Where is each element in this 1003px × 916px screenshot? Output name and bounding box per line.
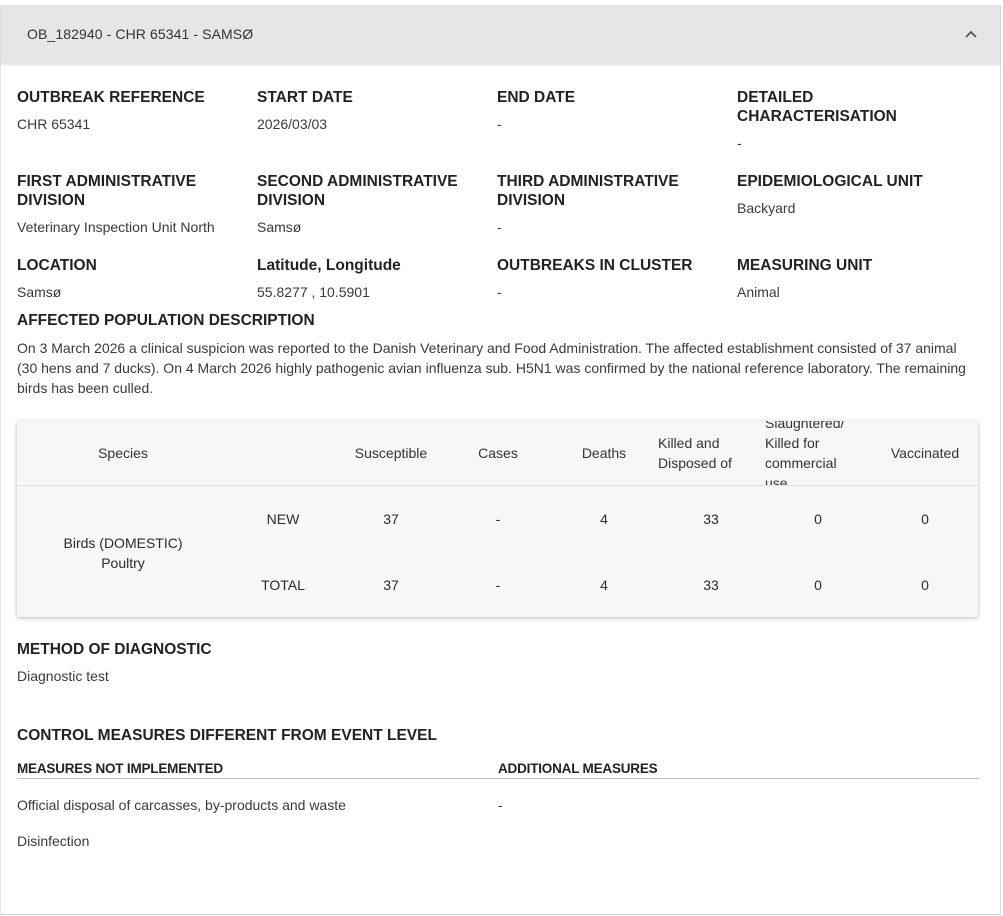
measure-row: Official disposal of carcasses, by-produ…	[17, 796, 979, 814]
control-measures-section: CONTROL MEASURES DIFFERENT FROM EVENT LE…	[17, 726, 979, 850]
field-detailed-characterisation: DETAILED CHARACTERISATION -	[737, 88, 977, 172]
field-value: 2026/03/03	[257, 116, 328, 132]
field-label: EPIDEMIOLOGICAL UNIT	[737, 173, 923, 190]
header-species: Species	[98, 445, 148, 461]
cell-deaths: 4	[600, 577, 608, 593]
cell-slaughtered: 0	[814, 511, 822, 527]
field-value: 55.8277 , 10.5901	[257, 284, 370, 300]
field-label: START DATE	[257, 89, 353, 106]
cell-killed: 33	[703, 577, 719, 593]
field-value: Samsø	[17, 284, 62, 300]
species-cell: Birds (DOMESTIC) Poultry	[63, 535, 183, 571]
header-susceptible: Susceptible	[354, 445, 428, 461]
cell-vaccinated: 0	[921, 577, 929, 593]
diagnostic-label: METHOD OF DIAGNOSTIC	[17, 641, 212, 658]
field-value: -	[497, 284, 502, 300]
field-location: LOCATION Samsø	[17, 256, 257, 311]
row-label: TOTAL	[261, 577, 305, 593]
field-label: END DATE	[497, 89, 576, 106]
field-value: Veterinary Inspection Unit North	[17, 219, 215, 235]
cell-susceptible: 37	[383, 577, 399, 593]
field-start-date: START DATE 2026/03/03	[257, 88, 497, 172]
measure-item: Disinfection	[17, 833, 90, 849]
field-value: CHR 65341	[17, 116, 91, 132]
header-cases: Cases	[478, 445, 518, 461]
header-deaths: Deaths	[581, 445, 627, 461]
field-third-admin: THIRD ADMINISTRATIVE DIVISION -	[497, 172, 737, 256]
field-epi-unit: EPIDEMIOLOGICAL UNIT Backyard	[737, 172, 977, 256]
affected-population-section: AFFECTED POPULATION DESCRIPTION On 3 Mar…	[17, 311, 1000, 398]
control-measures-label: CONTROL MEASURES DIFFERENT FROM EVENT LE…	[17, 727, 437, 744]
field-outbreak-reference: OUTBREAK REFERENCE CHR 65341	[17, 88, 257, 172]
field-label: MEASURING UNIT	[737, 257, 873, 274]
field-label: THIRD ADMINISTRATIVE DIVISION	[497, 173, 679, 209]
field-value: -	[497, 116, 502, 132]
table-header: Species Susceptible Cases Deaths Killed …	[17, 421, 978, 486]
cell-cases: -	[495, 511, 501, 527]
outbreak-panel: OB_182940 - CHR 65341 - SAMSØ OUTBREAK R…	[0, 5, 1001, 915]
affected-population-text: On 3 March 2026 a clinical suspicion was…	[17, 340, 966, 396]
cell-slaughtered: 0	[814, 577, 822, 593]
field-label: OUTBREAKS IN CLUSTER	[497, 257, 693, 274]
cell-susceptible: 37	[383, 511, 399, 527]
field-label: Latitude, Longitude	[257, 257, 401, 274]
cell-vaccinated: 0	[921, 511, 929, 527]
measure-row: Disinfection	[17, 832, 979, 850]
header-killed-disposed: Killed and Disposed of	[658, 435, 732, 471]
field-measuring-unit: MEASURING UNIT Animal	[737, 256, 977, 311]
panel-title: OB_182940 - CHR 65341 - SAMSØ	[27, 26, 254, 42]
cell-deaths: 4	[600, 511, 608, 527]
field-value: Animal	[737, 284, 780, 300]
diagnostic-value: Diagnostic test	[17, 668, 109, 684]
field-value: Backyard	[737, 200, 796, 216]
measure-item: Official disposal of carcasses, by-produ…	[17, 797, 346, 813]
cell-cases: -	[495, 577, 501, 593]
field-label: SECOND ADMINISTRATIVE DIVISION	[257, 173, 458, 209]
header-slaughtered: Slaughtered/ Killed for commercial use	[765, 421, 845, 486]
measures-not-implemented-label: MEASURES NOT IMPLEMENTED	[17, 761, 223, 776]
field-outbreaks-in-cluster: OUTBREAKS IN CLUSTER -	[497, 256, 737, 311]
control-measures-header: MEASURES NOT IMPLEMENTED ADDITIONAL MEAS…	[17, 761, 979, 779]
field-value: -	[497, 219, 502, 235]
field-second-admin: SECOND ADMINISTRATIVE DIVISION Samsø	[257, 172, 497, 256]
cell-killed: 33	[703, 511, 719, 527]
field-end-date: END DATE -	[497, 88, 737, 172]
additional-measure-empty	[498, 832, 979, 850]
field-label: DETAILED CHARACTERISATION	[737, 89, 897, 125]
panel-header[interactable]: OB_182940 - CHR 65341 - SAMSØ	[1, 5, 1000, 63]
field-value: Samsø	[257, 219, 302, 235]
panel-content: OUTBREAK REFERENCE CHR 65341 START DATE …	[17, 88, 1000, 849]
chevron-up-icon[interactable]	[960, 23, 982, 45]
field-lat-long: Latitude, Longitude 55.8277 , 10.5901	[257, 256, 497, 311]
outbreak-fields: OUTBREAK REFERENCE CHR 65341 START DATE …	[17, 88, 1000, 311]
field-label: OUTBREAK REFERENCE	[17, 89, 205, 106]
field-value: -	[737, 135, 742, 151]
affected-population-label: AFFECTED POPULATION DESCRIPTION	[17, 312, 315, 329]
field-label: FIRST ADMINISTRATIVE DIVISION	[17, 173, 197, 209]
field-first-admin: FIRST ADMINISTRATIVE DIVISION Veterinary…	[17, 172, 257, 256]
additional-measures-label: ADDITIONAL MEASURES	[498, 761, 658, 776]
diagnostic-section: METHOD OF DIAGNOSTIC Diagnostic test	[17, 640, 212, 685]
row-label: NEW	[266, 511, 300, 527]
additional-measure-item: -	[498, 797, 503, 813]
quantitative-data-table: Species Susceptible Cases Deaths Killed …	[17, 421, 978, 617]
field-label: LOCATION	[17, 257, 97, 274]
header-vaccinated: Vaccinated	[890, 445, 960, 461]
